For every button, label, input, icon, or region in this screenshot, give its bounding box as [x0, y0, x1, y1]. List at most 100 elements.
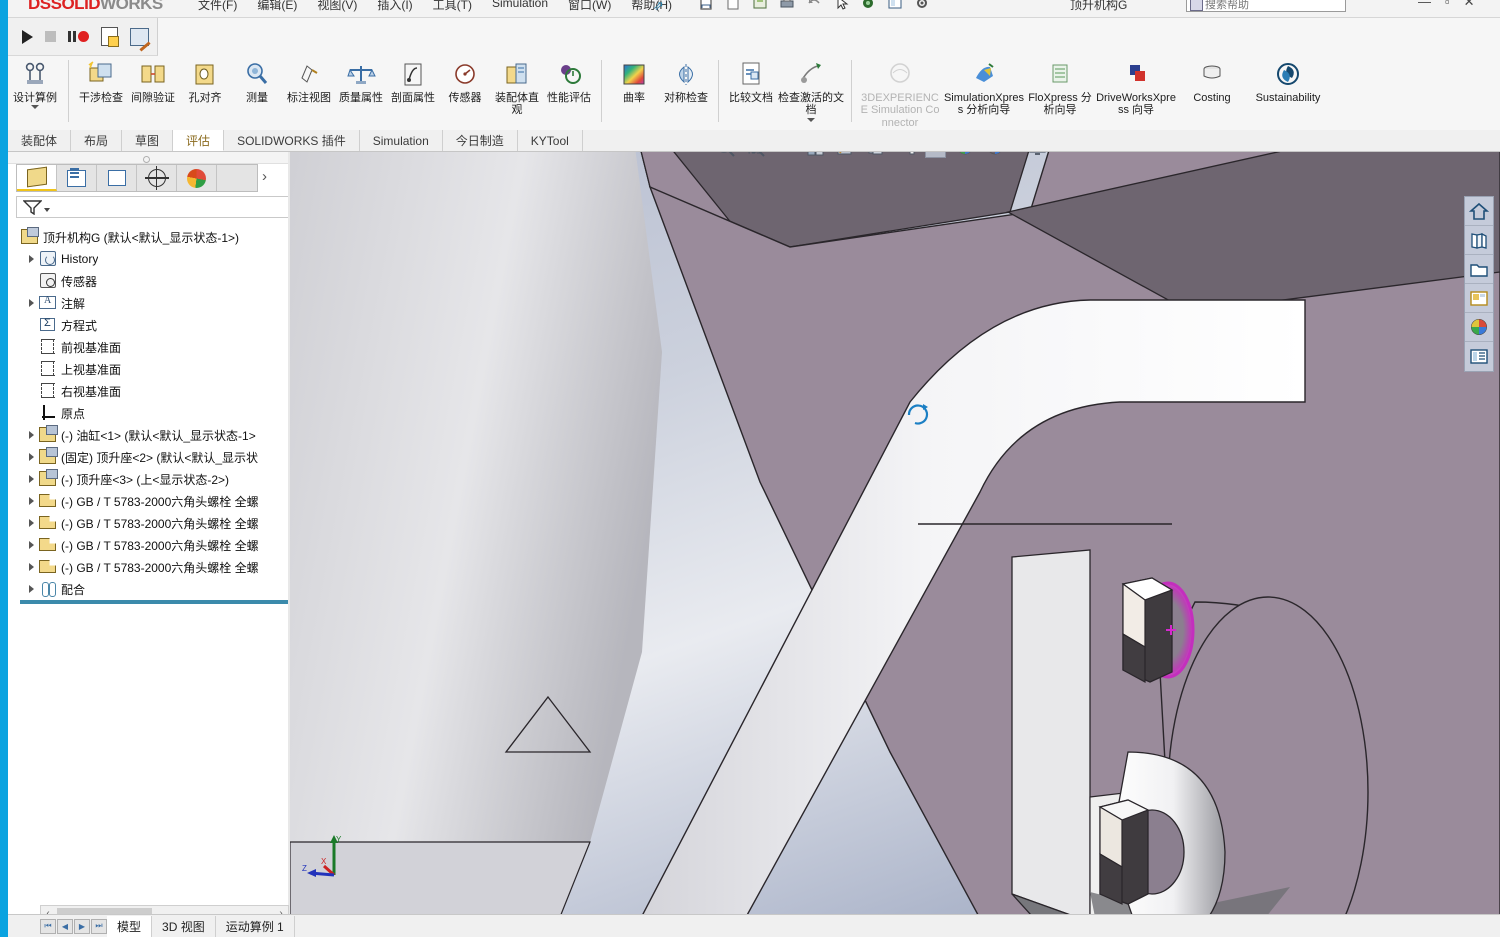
search-help-input[interactable]: 搜索帮助 — [1186, 0, 1346, 12]
edit-study-icon[interactable] — [130, 27, 149, 46]
tree-item-front-plane[interactable]: 前视基准面 — [14, 336, 290, 358]
tab-layout[interactable]: 布局 — [71, 130, 123, 151]
view-orientation-icon[interactable] — [835, 152, 856, 158]
select-cursor-icon[interactable] — [833, 0, 851, 13]
tree-item-bolt-3[interactable]: (-) GB / T 5783-2000六角头螺栓 全螺 — [14, 534, 290, 556]
property-manager-tab[interactable] — [57, 165, 97, 191]
print-icon[interactable] — [779, 0, 797, 13]
menu-window[interactable]: 窗口(W) — [568, 0, 611, 13]
expand-arrow-icon[interactable] — [24, 541, 38, 549]
custom-properties-button[interactable] — [1465, 342, 1493, 371]
panel-grip[interactable] — [8, 152, 290, 164]
minimize-window-button[interactable]: — — [1418, 0, 1431, 10]
tab-sketch[interactable]: 草图 — [122, 130, 174, 151]
driveworksxpress-button[interactable]: DriveWorksXpress 向导 — [1094, 56, 1178, 128]
markup-view-button[interactable]: 标注视图 — [283, 56, 335, 128]
tree-root-assembly[interactable]: 顶升机构G (默认<默认_显示状态-1>) — [14, 226, 290, 248]
tree-item-annotations[interactable]: 注解 — [14, 292, 290, 314]
open-document-icon[interactable] — [725, 0, 743, 13]
sustainability-button[interactable]: Sustainability — [1246, 56, 1330, 128]
expand-arrow-icon[interactable] — [24, 519, 38, 527]
tree-item-sensors[interactable]: 传感器 — [14, 270, 290, 292]
chevron-down-icon[interactable] — [44, 208, 50, 212]
display-style-icon[interactable] — [865, 152, 886, 158]
save-icon[interactable] — [752, 0, 770, 13]
new-document-icon[interactable] — [698, 0, 716, 13]
3d-model-view[interactable] — [290, 152, 1500, 937]
first-config-icon[interactable]: ⏮ — [40, 918, 56, 934]
dimxpert-manager-tab[interactable] — [137, 165, 177, 191]
section-view-icon[interactable] — [805, 152, 826, 158]
menu-edit[interactable]: 编辑(E) — [257, 0, 297, 13]
chevron-down-icon[interactable] — [807, 117, 815, 122]
performance-evaluation-button[interactable]: 性能评估 — [543, 56, 595, 128]
tree-item-equations[interactable]: 方程式 — [14, 314, 290, 336]
check-active-document-button[interactable]: 检查激活的文档 — [777, 56, 845, 128]
pause-record-icon[interactable] — [68, 31, 89, 42]
floxpress-button[interactable]: FloXpress 分析向导 — [1026, 56, 1094, 128]
bottom-tab-3d-views[interactable]: 3D 视图 — [152, 915, 216, 937]
maximize-window-button[interactable]: ▫ — [1445, 0, 1450, 10]
edit-appearance-icon[interactable] — [955, 152, 976, 158]
appearances-scenes-button[interactable] — [1465, 313, 1493, 342]
options-list-icon[interactable] — [887, 0, 905, 13]
tree-item-component-lift-seat-3[interactable]: (-) 顶升座<3> (上<显示状态-2>) — [14, 468, 290, 490]
tab-solidworks-addins[interactable]: SOLIDWORKS 插件 — [224, 130, 360, 151]
new-study-icon[interactable] — [101, 27, 119, 47]
rollback-bar[interactable] — [20, 600, 288, 604]
curvature-button[interactable]: 曲率 — [608, 56, 660, 128]
menu-insert[interactable]: 插入(I) — [377, 0, 412, 13]
tree-item-top-plane[interactable]: 上视基准面 — [14, 358, 290, 380]
apply-scene-icon[interactable] — [985, 152, 1006, 158]
expand-tabs-chevron-icon[interactable]: › — [262, 168, 267, 185]
view-palette-button[interactable] — [1465, 284, 1493, 313]
tree-item-history[interactable]: History — [14, 248, 290, 270]
simulationxpress-button[interactable]: SimulationXpress 分析向导 — [942, 56, 1026, 128]
tab-simulation[interactable]: Simulation — [359, 130, 443, 151]
tree-filter-bar[interactable] — [16, 196, 296, 218]
zoom-fit-icon[interactable] — [715, 152, 736, 158]
pin-menu-icon[interactable]: ⇗ — [653, 0, 664, 14]
rebuild-icon[interactable] — [860, 0, 878, 13]
tab-manufacture-today[interactable]: 今日制造 — [442, 130, 518, 151]
expand-arrow-icon[interactable] — [24, 299, 38, 307]
tree-item-mates[interactable]: 配合 — [14, 578, 290, 600]
expand-arrow-icon[interactable] — [24, 475, 38, 483]
tab-kytool[interactable]: KYTool — [517, 130, 583, 151]
menu-simulation[interactable]: Simulation — [492, 0, 548, 13]
chevron-down-icon[interactable] — [31, 105, 39, 110]
configuration-manager-tab[interactable] — [97, 165, 137, 191]
expand-arrow-icon[interactable] — [24, 255, 38, 263]
play-icon[interactable] — [22, 29, 33, 44]
tab-assembly[interactable]: 装配体 — [8, 130, 72, 151]
stop-icon[interactable] — [45, 31, 56, 42]
tree-item-origin[interactable]: 原点 — [14, 402, 290, 424]
previous-view-icon[interactable] — [775, 152, 796, 158]
zoom-area-icon[interactable] — [745, 152, 766, 158]
display-manager-tab[interactable] — [177, 165, 217, 191]
bottom-tab-model[interactable]: 模型 — [107, 915, 153, 937]
tree-item-right-plane[interactable]: 右视基准面 — [14, 380, 290, 402]
menu-tools[interactable]: 工具(T) — [433, 0, 472, 13]
symmetry-check-button[interactable]: 对称检查 — [660, 56, 712, 128]
menu-help[interactable]: 帮助(H) — [631, 0, 672, 13]
expand-arrow-icon[interactable] — [24, 431, 38, 439]
interference-detection-button[interactable]: 干涉检查 — [75, 56, 127, 128]
section-properties-button[interactable]: 剖面属性 — [387, 56, 439, 128]
design-study-button[interactable]: 设计算例 — [8, 56, 62, 128]
next-config-icon[interactable]: ▶ — [74, 918, 90, 934]
sensor-button[interactable]: 传感器 — [439, 56, 491, 128]
costing-button[interactable]: Costing — [1178, 56, 1246, 128]
design-library-home-button[interactable] — [1465, 197, 1493, 226]
display-state-icon[interactable] — [925, 152, 946, 158]
previous-config-icon[interactable]: ◀ — [57, 918, 73, 934]
compare-documents-button[interactable]: 比较文档 — [725, 56, 777, 128]
design-library-button[interactable] — [1465, 226, 1493, 255]
expand-arrow-icon[interactable] — [24, 497, 38, 505]
tree-item-component-oilcylinder[interactable]: (-) 油缸<1> (默认<默认_显示状态-1> — [14, 424, 290, 446]
menu-view[interactable]: 视图(V) — [317, 0, 357, 13]
menu-file[interactable]: 文件(F) — [198, 0, 237, 13]
3dexperience-connector-button[interactable]: 3DEXPERIENCE Simulation Connector — [858, 56, 942, 129]
settings-gear-icon[interactable] — [914, 0, 932, 13]
bottom-tab-motion-study[interactable]: 运动算例 1 — [216, 915, 295, 937]
